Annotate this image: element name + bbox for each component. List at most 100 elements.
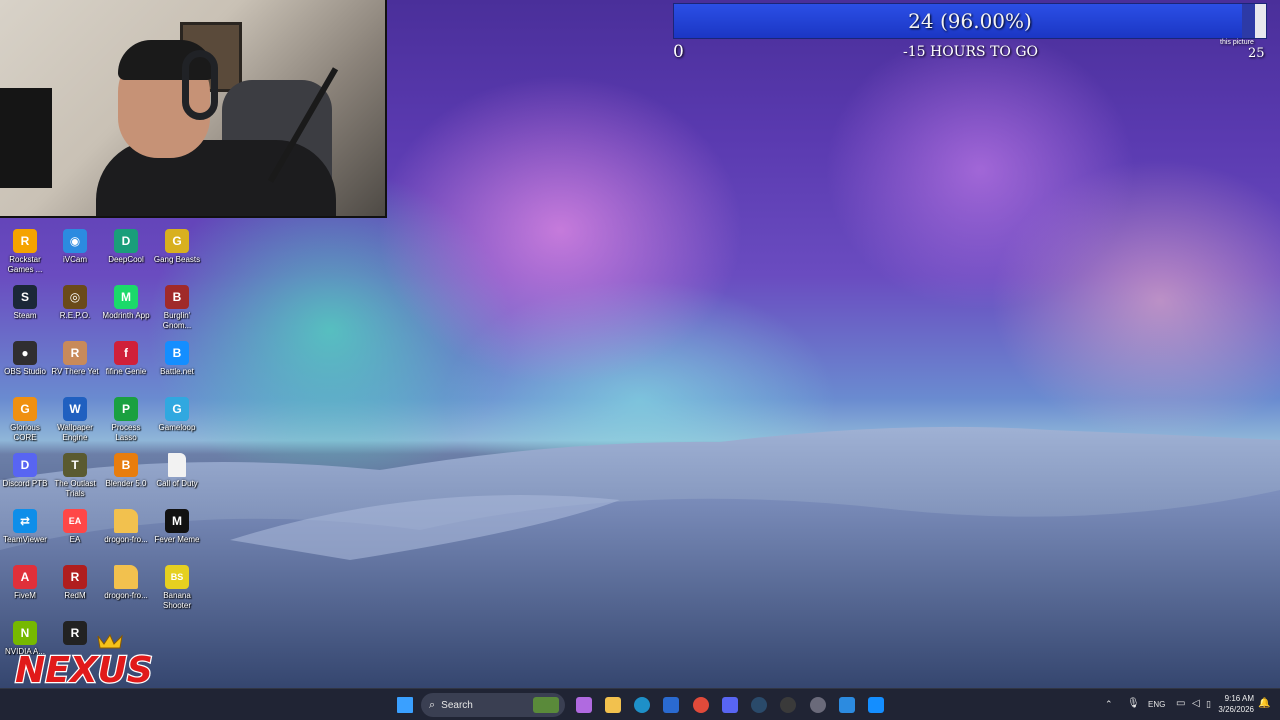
desktop-icon-label: Process Lasso xyxy=(111,423,141,442)
taskbar-file-explorer-icon[interactable] xyxy=(603,695,623,715)
desktop-icon-label: OBS Studio xyxy=(4,367,46,376)
desktop-icon[interactable]: R Rockstar Games ... xyxy=(0,229,50,275)
battlenet-icon xyxy=(868,697,884,713)
goal-countdown: -15 HOURS TO GO xyxy=(903,44,1038,60)
repo-icon: ◎ xyxy=(63,285,87,309)
microphone-icon[interactable]: 🎙 xyxy=(1127,698,1140,709)
desktop-icon[interactable]: M Modrinth App xyxy=(101,285,151,321)
desktop-icon[interactable]: G Gameloop xyxy=(152,397,202,433)
desktop-icon[interactable]: drogon-fro... xyxy=(101,509,151,545)
taskbar-discord-icon[interactable] xyxy=(720,695,740,715)
desktop-icon[interactable]: ● OBS Studio xyxy=(0,341,50,377)
taskbar-steam-icon[interactable] xyxy=(749,695,769,715)
webcam-feed xyxy=(0,0,387,218)
desktop-icon[interactable]: A FiveM xyxy=(0,565,50,601)
taskbar-battlenet-icon[interactable] xyxy=(866,695,886,715)
chevron-up-icon[interactable]: ⌃ xyxy=(1105,699,1113,710)
taskbar: ⌕ Search ⌃ 🎙 ENG ▭ ◁ ▯ 9:16 AM 3/26/2026… xyxy=(0,688,1280,720)
desktop-icon-label: fifine Genie xyxy=(105,367,147,376)
desktop-icon-label: drogon-fro... xyxy=(104,591,148,600)
goal-corner-caption: this picture xyxy=(1220,39,1254,46)
desktop-icon[interactable]: BS Banana Shooter xyxy=(152,565,202,611)
desktop-icon[interactable]: ◉ iVCam xyxy=(50,229,100,265)
desktop-icon[interactable]: S Steam xyxy=(0,285,50,321)
monitor-shape xyxy=(0,88,52,188)
desktop-icon[interactable]: M Fever Meme xyxy=(152,509,202,545)
glorious-core-icon: G xyxy=(13,397,37,421)
search-label: Search xyxy=(441,699,473,711)
desktop-icon-label: The Outlast Trials xyxy=(54,479,96,498)
outlast-trials-icon: T xyxy=(63,453,87,477)
nexus-logo: NEXUS xyxy=(14,634,154,690)
clock-time: 9:16 AM xyxy=(1224,694,1254,703)
taskbar-ivcam-icon[interactable] xyxy=(837,695,857,715)
desktop-icon-label: RV There Yet xyxy=(51,367,99,376)
goal-start-value: 0 xyxy=(673,42,684,62)
desktop-icon-label: drogon-fro... xyxy=(104,535,148,544)
taskbar-copilot-icon[interactable] xyxy=(574,695,594,715)
desktop-icon[interactable]: D DeepCool xyxy=(101,229,151,265)
desktop-icon-label: Gang Beasts xyxy=(153,255,201,264)
desktop-icon[interactable]: W Wallpaper Engine xyxy=(50,397,100,443)
desktop-icon[interactable]: EA EA xyxy=(50,509,100,545)
deepcool-icon: D xyxy=(114,229,138,253)
desktop-icon-label: RedM xyxy=(64,591,86,600)
taskbar-store-icon[interactable] xyxy=(661,695,681,715)
desktop-icon[interactable]: f fifine Genie xyxy=(101,341,151,377)
desktop-icon[interactable]: D Discord PTB xyxy=(0,453,50,489)
clock-date: 3/26/2026 xyxy=(1218,705,1254,714)
desktop-icon[interactable]: R RedM xyxy=(50,565,100,601)
file-icon xyxy=(168,453,186,477)
wallpaper-engine-icon: W xyxy=(63,397,87,421)
search-icon: ⌕ xyxy=(429,698,436,711)
goal-progress-bar: 24 (96.00%) xyxy=(673,3,1267,39)
nexus-logo-text: NEXUS xyxy=(15,650,153,690)
taskbar-search[interactable]: ⌕ Search xyxy=(421,693,565,717)
ivcam-icon: ◉ xyxy=(63,229,87,253)
fever-meme-icon: M xyxy=(165,509,189,533)
headphones-shape xyxy=(182,50,218,120)
notification-bell-icon[interactable]: 🔔 xyxy=(1258,698,1270,709)
taskbar-edge-icon[interactable] xyxy=(632,695,652,715)
network-icon[interactable]: ▭ xyxy=(1176,698,1185,709)
blender-icon: B xyxy=(114,453,138,477)
search-highlight-icon xyxy=(533,697,559,713)
clock[interactable]: 9:16 AM 3/26/2026 xyxy=(1210,693,1254,715)
taskbar-settings-icon[interactable] xyxy=(808,695,828,715)
desktop-icon-label: Discord PTB xyxy=(2,479,48,488)
desktop-icon-label: DeepCool xyxy=(108,255,144,264)
desktop-icon[interactable]: B Battle.net xyxy=(152,341,202,377)
desktop-icon[interactable]: R RV There Yet xyxy=(50,341,100,377)
desktop-icon[interactable]: ⇄ TeamViewer xyxy=(0,509,50,545)
desktop-icon[interactable]: B Burglin' Gnom... xyxy=(152,285,202,331)
discord-icon xyxy=(722,697,738,713)
desktop-icon-label: Call of Duty xyxy=(156,479,198,488)
taskbar-obs-icon[interactable] xyxy=(778,695,798,715)
taskbar-start-icon[interactable] xyxy=(395,695,415,715)
discord-ptb-icon: D xyxy=(13,453,37,477)
desktop-icon[interactable]: G Gang Beasts xyxy=(152,229,202,265)
desktop-icon-label: Modrinth App xyxy=(102,311,150,320)
desktop-icon-label: FiveM xyxy=(14,591,36,600)
desktop-icon-label: R.E.P.O. xyxy=(59,311,91,320)
volume-icon[interactable]: ◁ xyxy=(1192,698,1200,709)
desktop-icon-label: Burglin' Gnom... xyxy=(162,311,192,330)
desktop-icon[interactable]: T The Outlast Trials xyxy=(50,453,100,499)
steam-icon xyxy=(751,697,767,713)
edge-icon xyxy=(634,697,650,713)
desktop-icon[interactable]: drogon-fro... xyxy=(101,565,151,601)
chrome-icon xyxy=(693,697,709,713)
desktop-icon[interactable]: G Glorious CORE xyxy=(0,397,50,443)
desktop-icon[interactable]: B Blender 5.0 xyxy=(101,453,151,489)
desktop-icon-label: EA xyxy=(69,535,81,544)
process-lasso-icon: P xyxy=(114,397,138,421)
ivcam-icon xyxy=(839,697,855,713)
language-indicator[interactable]: ENG xyxy=(1148,700,1165,709)
taskbar-chrome-icon[interactable] xyxy=(691,695,711,715)
desktop-icon[interactable]: Call of Duty xyxy=(152,453,202,489)
goal-end-value: 25 xyxy=(1248,46,1265,61)
desktop-icon[interactable]: P Process Lasso xyxy=(101,397,151,443)
desktop-icon-label: Glorious CORE xyxy=(10,423,40,442)
fivem-icon: A xyxy=(13,565,37,589)
desktop-icon[interactable]: ◎ R.E.P.O. xyxy=(50,285,100,321)
